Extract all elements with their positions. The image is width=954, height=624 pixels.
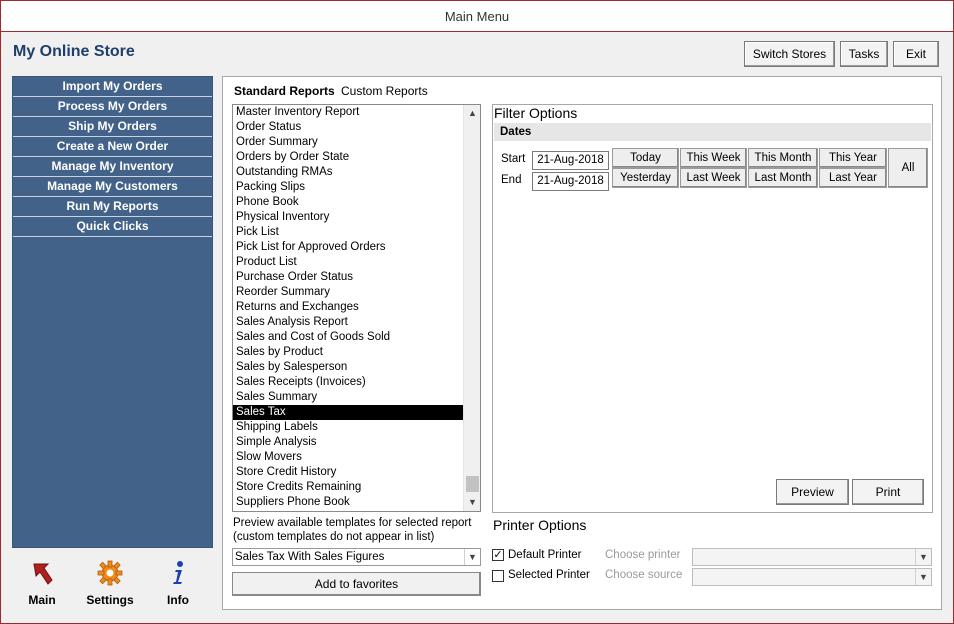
yesterday-button[interactable]: Yesterday <box>612 168 679 188</box>
report-list-scrollbar[interactable]: ▲ ▼ <box>463 105 480 511</box>
info-icon <box>173 561 183 584</box>
template-select[interactable]: Sales Tax With Sales Figures ▼ <box>232 548 481 566</box>
report-list-item[interactable]: Slow Movers <box>233 450 480 465</box>
template-select-value: Sales Tax With Sales Figures <box>235 551 385 563</box>
today-button[interactable]: Today <box>612 148 679 168</box>
sidebar-item-ship-orders[interactable]: Ship My Orders <box>13 117 212 137</box>
info-nav-button[interactable]: Info <box>143 560 213 607</box>
choose-printer-label: Choose printer <box>605 549 681 561</box>
report-list-item[interactable]: Phone Book <box>233 195 480 210</box>
scroll-thumb[interactable] <box>466 476 479 492</box>
window-title: Main Menu <box>1 1 953 32</box>
switch-stores-button[interactable]: Switch Stores <box>744 41 835 67</box>
report-list-item[interactable]: Physical Inventory <box>233 210 480 225</box>
dates-header: Dates <box>494 123 931 141</box>
last-month-button[interactable]: Last Month <box>748 168 818 188</box>
checkmark-icon: ✓ <box>493 549 503 561</box>
preview-button[interactable]: Preview <box>776 479 849 505</box>
report-list-item[interactable]: Shipping Labels <box>233 420 480 435</box>
template-note-line2: (custom templates do not appear in list) <box>233 531 435 543</box>
sidebar-item-manage-customers[interactable]: Manage My Customers <box>13 177 212 197</box>
last-week-button[interactable]: Last Week <box>680 168 747 188</box>
printer-options-title: Printer Options <box>493 517 587 533</box>
chevron-down-icon[interactable]: ▼ <box>464 549 480 565</box>
last-year-button[interactable]: Last Year <box>819 168 887 188</box>
report-list-item[interactable]: Sales Summary <box>233 390 480 405</box>
sidebar-item-quick-clicks[interactable]: Quick Clicks <box>13 217 212 237</box>
info-nav-label: Info <box>167 593 189 607</box>
report-list-item[interactable]: Packing Slips <box>233 180 480 195</box>
end-label: End <box>501 174 522 186</box>
sidebar-item-import-orders[interactable]: Import My Orders <box>13 77 212 97</box>
main-nav-button[interactable]: Main <box>7 560 77 607</box>
end-date-input[interactable]: 21-Aug-2018 <box>532 172 609 191</box>
report-list-item[interactable]: Sales and Cost of Goods Sold <box>233 330 480 345</box>
scroll-down-icon[interactable]: ▼ <box>464 494 480 511</box>
report-list-item[interactable]: Sales Analysis Report <box>233 315 480 330</box>
report-list-item[interactable]: Store Credit History <box>233 465 480 480</box>
report-list-item[interactable]: Reorder Summary <box>233 285 480 300</box>
sidebar-item-process-orders[interactable]: Process My Orders <box>13 97 212 117</box>
exit-button[interactable]: Exit <box>893 41 939 67</box>
report-list-item[interactable]: Order Summary <box>233 135 480 150</box>
main-nav-label: Main <box>28 593 56 607</box>
template-note-line1: Preview available templates for selected… <box>233 517 472 529</box>
report-list-item[interactable]: Purchase Order Status <box>233 270 480 285</box>
add-to-favorites-button[interactable]: Add to favorites <box>232 572 481 596</box>
report-list-item[interactable]: Simple Analysis <box>233 435 480 450</box>
report-list-item[interactable]: Product List <box>233 255 480 270</box>
report-list-item[interactable]: Sales by Product <box>233 345 480 360</box>
arrow-icon <box>33 563 53 585</box>
printer-select[interactable]: ▼ <box>692 548 932 566</box>
report-list-item[interactable]: Order Status <box>233 120 480 135</box>
this-week-button[interactable]: This Week <box>680 148 747 168</box>
chevron-down-icon[interactable]: ▼ <box>915 549 931 565</box>
choose-source-label: Choose source <box>605 569 683 581</box>
report-list-item[interactable]: Pick List <box>233 225 480 240</box>
report-list-item[interactable]: Sales Tax <box>233 405 480 420</box>
report-list-item[interactable]: Orders by Order State <box>233 150 480 165</box>
report-list-item[interactable]: Suppliers Phone Book <box>233 495 480 510</box>
default-printer-checkbox[interactable]: ✓ <box>492 549 504 561</box>
selected-printer-checkbox[interactable] <box>492 570 504 582</box>
tab-custom-reports[interactable]: Custom Reports <box>341 84 428 98</box>
sidebar-item-run-reports[interactable]: Run My Reports <box>13 197 212 217</box>
report-list-item[interactable]: Returns and Exchanges <box>233 300 480 315</box>
source-select[interactable]: ▼ <box>692 568 932 586</box>
report-list-item[interactable]: Store Credits Remaining <box>233 480 480 495</box>
chevron-down-icon[interactable]: ▼ <box>915 569 931 585</box>
report-list[interactable]: Master Inventory Report Order Status Order… <box>232 104 481 512</box>
sidebar-item-manage-inventory[interactable]: Manage My Inventory <box>13 157 212 177</box>
start-date-input[interactable]: 21-Aug-2018 <box>532 151 609 170</box>
settings-nav-label: Settings <box>86 593 134 607</box>
default-printer-label: Default Printer <box>508 549 582 561</box>
tasks-button[interactable]: Tasks <box>840 41 888 67</box>
sidebar: Import My Orders Process My Orders Ship … <box>12 76 213 548</box>
report-list-item[interactable]: Master Inventory Report <box>233 105 480 120</box>
sidebar-item-new-order[interactable]: Create a New Order <box>13 137 212 157</box>
gear-icon <box>97 560 123 586</box>
start-label: Start <box>501 153 526 165</box>
selected-printer-label: Selected Printer <box>508 569 590 581</box>
settings-nav-button[interactable]: Settings <box>75 560 145 607</box>
report-list-item[interactable]: Sales by Salesperson <box>233 360 480 375</box>
report-list-item[interactable]: Outstanding RMAs <box>233 165 480 180</box>
app-title: My Online Store <box>13 43 135 60</box>
scroll-up-icon[interactable]: ▲ <box>464 105 480 122</box>
print-button[interactable]: Print <box>852 479 924 505</box>
this-month-button[interactable]: This Month <box>748 148 818 168</box>
filter-options-title: Filter Options <box>494 105 578 121</box>
all-dates-button[interactable]: All <box>888 148 928 188</box>
this-year-button[interactable]: This Year <box>819 148 887 168</box>
tab-standard-reports[interactable]: Standard Reports <box>234 84 335 98</box>
report-list-item[interactable]: Pick List for Approved Orders <box>233 240 480 255</box>
report-list-item[interactable]: Sales Receipts (Invoices) <box>233 375 480 390</box>
